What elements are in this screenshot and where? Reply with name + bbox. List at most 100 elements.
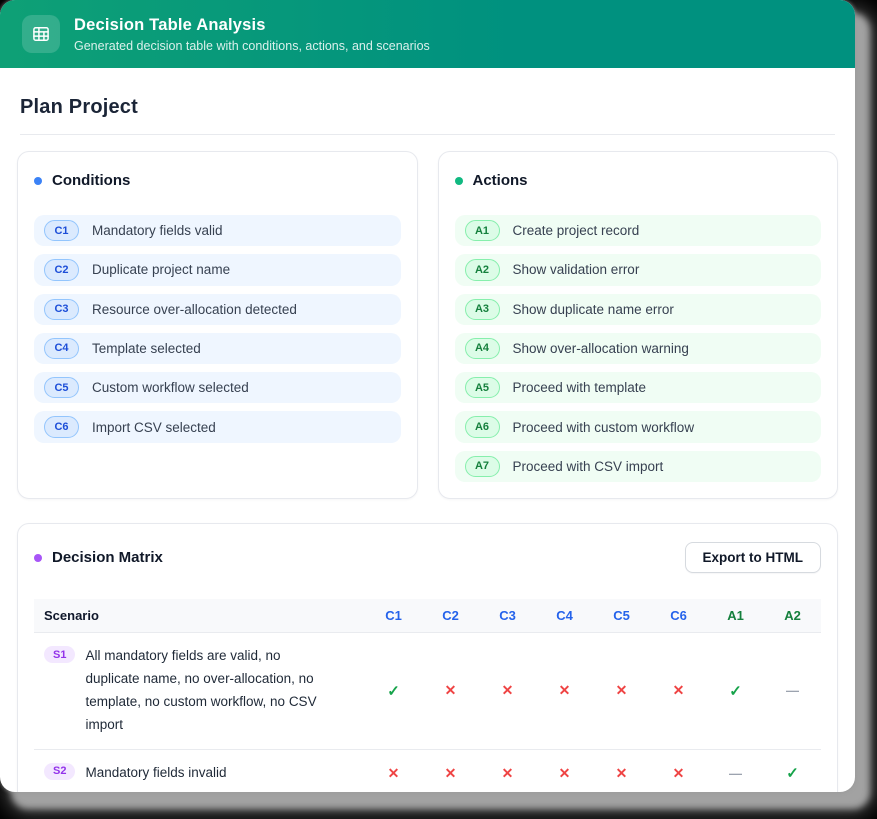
cross-icon: ✕ xyxy=(616,765,628,781)
action-item-a3: A3 Show duplicate name error xyxy=(455,294,822,325)
matrix-value-cell: ✕ xyxy=(593,633,650,750)
export-to-html-button[interactable]: Export to HTML xyxy=(685,542,822,573)
check-icon: ✓ xyxy=(729,683,742,700)
table-icon xyxy=(22,15,60,53)
cards-row: Conditions C1 Mandatory fields valid C2 Dup… xyxy=(17,151,838,499)
conditions-card-title: Conditions xyxy=(34,172,401,189)
condition-item-c3: C3 Resource over-allocation detected xyxy=(34,294,401,325)
condition-label: Template selected xyxy=(92,341,201,356)
matrix-col-c2: C2 xyxy=(422,599,479,633)
condition-label: Custom workflow selected xyxy=(92,380,249,395)
conditions-card: Conditions C1 Mandatory fields valid C2 Dup… xyxy=(17,151,418,499)
matrix-value-cell: ✓ xyxy=(707,633,764,750)
matrix-value-cell: ✕ xyxy=(422,633,479,750)
action-item-a1: A1Create project record xyxy=(455,215,822,246)
app-window: Decision Table Analysis Generated decisi… xyxy=(0,0,855,792)
condition-badge: C6 xyxy=(44,416,79,437)
condition-badge: C3 xyxy=(44,299,79,320)
action-badge: A2 xyxy=(465,259,500,280)
condition-item-c2: C2 Duplicate project name xyxy=(34,254,401,285)
action-label: Show validation error xyxy=(513,262,640,277)
action-label: Proceed with custom workflow xyxy=(513,420,695,435)
dash-icon: — xyxy=(729,766,742,781)
action-label: Show duplicate name error xyxy=(513,302,674,317)
check-icon: ✓ xyxy=(387,683,400,700)
condition-badge: C5 xyxy=(44,377,79,398)
scenario-label: Mandatory fields invalid xyxy=(85,762,226,785)
matrix-value-cell: ✕ xyxy=(536,749,593,792)
matrix-col-a2: A2 xyxy=(764,599,821,633)
app-title: Decision Table Analysis xyxy=(74,15,430,36)
condition-badge: C2 xyxy=(44,259,79,280)
matrix-col-c1: C1 xyxy=(365,599,422,633)
matrix-value-cell: ✕ xyxy=(365,749,422,792)
conditions-title: Conditions xyxy=(52,172,130,189)
action-label: Proceed with CSV import xyxy=(513,459,664,474)
decision-matrix-bullet-icon xyxy=(34,554,42,562)
screen: { "header": { "title": "Decision Table A… xyxy=(0,0,877,819)
matrix-col-c4: C4 xyxy=(536,599,593,633)
cross-icon: ✕ xyxy=(445,765,457,781)
scenario-cell: S2 Mandatory fields invalid xyxy=(34,749,365,792)
matrix-value-cell: ✓ xyxy=(764,749,821,792)
header-text: Decision Table Analysis Generated decisi… xyxy=(74,15,430,53)
matrix-value-cell: ✕ xyxy=(479,633,536,750)
matrix-value-cell: ✕ xyxy=(593,749,650,792)
conditions-bullet-icon xyxy=(34,177,42,185)
matrix-header-row: ScenarioC1C2C3C4C5C6A1A2 xyxy=(34,599,821,633)
condition-label: Import CSV selected xyxy=(92,420,216,435)
matrix-col-a1: A1 xyxy=(707,599,764,633)
cross-icon: ✕ xyxy=(388,765,400,781)
dash-icon: — xyxy=(786,683,799,698)
app-header: Decision Table Analysis Generated decisi… xyxy=(0,0,855,68)
actions-title: Actions xyxy=(473,172,528,189)
matrix-value-cell: — xyxy=(707,749,764,792)
scenario-label: All mandatory fields are valid, no dupli… xyxy=(85,645,335,737)
matrix-value-cell: ✕ xyxy=(650,749,707,792)
actions-bullet-icon xyxy=(455,177,463,185)
actions-card-title: Actions xyxy=(455,172,822,189)
cross-icon: ✕ xyxy=(616,682,628,698)
matrix-value-cell: — xyxy=(764,633,821,750)
page-body: Plan Project Conditions C1Mandatory fiel… xyxy=(0,68,855,792)
condition-label: Mandatory fields valid xyxy=(92,223,223,238)
condition-item-c4: C4 Template selected xyxy=(34,333,401,364)
decision-matrix-card-title: Decision Matrix xyxy=(34,549,163,566)
app-subtitle: Generated decision table with conditions… xyxy=(74,39,430,53)
action-badge: A3 xyxy=(465,299,500,320)
condition-item-c5: C5 Custom workflow selected xyxy=(34,372,401,403)
action-item-a5: A5Proceed with template xyxy=(455,372,822,403)
matrix-row-s1: S1 All mandatory fields are valid, no dup… xyxy=(34,633,821,750)
condition-label: Resource over-allocation detected xyxy=(92,302,297,317)
action-badge: A6 xyxy=(465,416,500,437)
action-badge: A1 xyxy=(465,220,500,241)
decision-matrix-card: Decision Matrix Export to HTML ScenarioC… xyxy=(17,523,838,792)
condition-item-c6: C6 Import CSV selected xyxy=(34,411,401,442)
action-item-a2: A2 Show validation error xyxy=(455,254,822,285)
divider xyxy=(20,134,835,135)
conditions-list: C1 Mandatory fields valid C2 Duplicate proj… xyxy=(34,215,401,443)
decision-matrix-header: Decision Matrix Export to HTML xyxy=(34,542,821,573)
cross-icon: ✕ xyxy=(559,765,571,781)
action-badge: A7 xyxy=(465,456,500,477)
matrix-col-scenario: Scenario xyxy=(34,599,365,633)
action-label: Show over-allocation warning xyxy=(513,341,689,356)
matrix-value-cell: ✓ xyxy=(365,633,422,750)
action-badge: A4 xyxy=(465,338,500,359)
decision-matrix-table: ScenarioC1C2C3C4C5C6A1A2 S1 All mandatory… xyxy=(34,599,821,792)
action-badge: A5 xyxy=(465,377,500,398)
scenario-badge: S1 xyxy=(44,646,75,663)
action-item-a4: A4 Show over-allocation warning xyxy=(455,333,822,364)
condition-label: Duplicate project name xyxy=(92,262,230,277)
condition-badge: C1 xyxy=(44,220,79,241)
scenario-badge: S2 xyxy=(44,763,75,780)
matrix-value-cell: ✕ xyxy=(479,749,536,792)
cross-icon: ✕ xyxy=(559,682,571,698)
matrix-value-cell: ✕ xyxy=(536,633,593,750)
scenario-cell: S1 All mandatory fields are valid, no dup… xyxy=(34,633,365,750)
cross-icon: ✕ xyxy=(502,682,514,698)
actions-list: A1Create project record A2 Show validation… xyxy=(455,215,822,482)
condition-badge: C4 xyxy=(44,338,79,359)
matrix-col-c6: C6 xyxy=(650,599,707,633)
action-item-a7: A7 Proceed with CSV import xyxy=(455,451,822,482)
